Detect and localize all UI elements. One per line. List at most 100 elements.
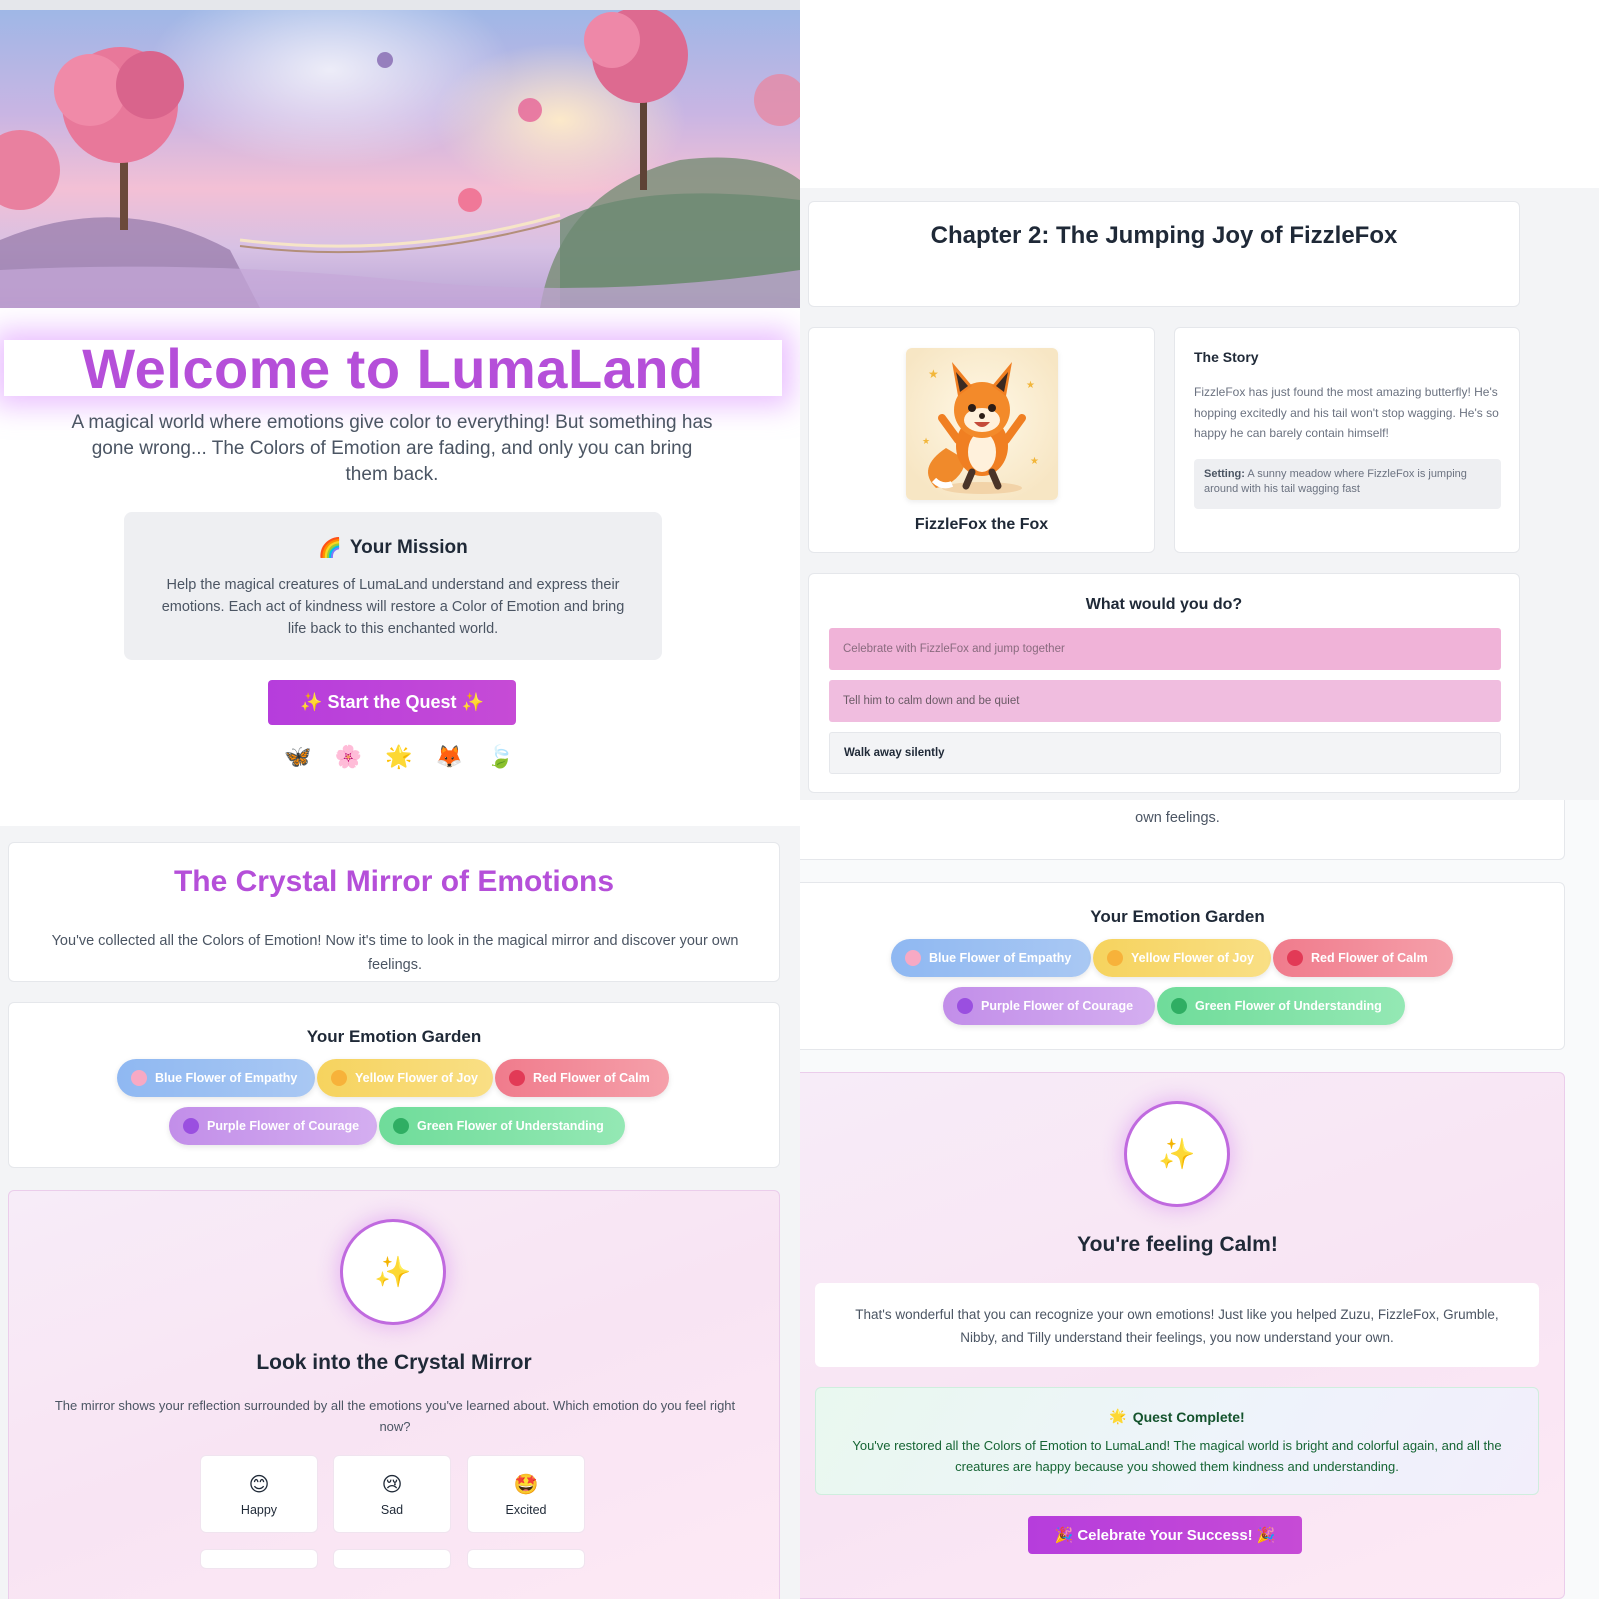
header-tail-text: own feelings.: [1135, 810, 1220, 826]
welcome-screen: Welcome to LumaLand A magical world wher…: [0, 0, 800, 826]
mission-heading: 🌈 Your Mission: [124, 536, 662, 560]
heart-icon: [183, 1118, 199, 1134]
calm-result-message: That's wonderful that you can recognize …: [815, 1283, 1539, 1367]
critter-icon-row: 🦋 🌸 🌟 🦊 🍃: [284, 744, 514, 774]
calm-result-title: You're feeling Calm!: [1077, 1233, 1278, 1256]
screenshot-collage: Welcome to LumaLand A magical world wher…: [0, 0, 1599, 1599]
crystal-mirror-orb[interactable]: ✨: [1124, 1101, 1230, 1207]
welcome-title: Welcome to LumaLand: [82, 336, 704, 400]
flower-icon: [131, 1070, 147, 1086]
mirror-header-card: The Crystal Mirror of Emotions You've co…: [8, 842, 780, 982]
sparkles-icon: ✨: [1158, 1137, 1196, 1171]
yellow-flower-label: Yellow Flower of Joy: [1131, 951, 1254, 965]
heart-icon: [957, 998, 973, 1014]
sun-icon: 🌟: [385, 744, 413, 769]
emotion-option-partial[interactable]: [333, 1549, 451, 1569]
mirror-title: The Crystal Mirror of Emotions: [173, 865, 615, 898]
crystal-mirror-orb[interactable]: ✨: [340, 1219, 446, 1325]
story-title: The Story: [1194, 349, 1259, 365]
green-flower-badge: Green Flower of Understanding: [1157, 987, 1405, 1025]
chapter-title: Chapter 2: The Jumping Joy of FizzleFox: [930, 222, 1398, 249]
result-screen: own feelings. Your Emotion Garden Blue F…: [800, 800, 1599, 1599]
svg-text:★: ★: [1026, 380, 1035, 391]
red-flower-badge: Red Flower of Calm: [1273, 939, 1453, 977]
calm-result-text: That's wonderful that you can recognize …: [855, 1307, 1499, 1345]
crystal-mirror-panel: ✨ Look into the Crystal Mirror The mirro…: [8, 1190, 780, 1599]
rainbow-icon: 🌈: [318, 538, 342, 559]
heart-icon: [509, 1070, 525, 1086]
emotion-option-partial[interactable]: [467, 1549, 585, 1569]
green-flower-label: Green Flower of Understanding: [1195, 999, 1382, 1013]
quest-complete-box: 🌟 Quest Complete! You've restored all th…: [815, 1387, 1539, 1495]
purple-flower-label: Purple Flower of Courage: [207, 1119, 360, 1133]
purple-flower-badge: Purple Flower of Courage: [169, 1107, 377, 1145]
emotion-label: Excited: [505, 1503, 547, 1517]
blue-flower-badge: Blue Flower of Empathy: [891, 939, 1091, 977]
fox-icon: 🦊: [435, 744, 464, 769]
choice-celebrate[interactable]: Celebrate with FizzleFox and jump togeth…: [829, 628, 1501, 670]
choice-calm-down[interactable]: Tell him to calm down and be quiet: [829, 680, 1501, 722]
star-eyes-face-icon: 🤩: [513, 1474, 539, 1496]
celebrate-success-button[interactable]: 🎉 Celebrate Your Success! 🎉: [1028, 1516, 1302, 1554]
emotion-garden-title: Your Emotion Garden: [306, 1027, 482, 1046]
blue-flower-label: Blue Flower of Empathy: [155, 1071, 298, 1085]
svg-text:★: ★: [928, 367, 939, 381]
circle-icon: [393, 1118, 409, 1134]
start-quest-button[interactable]: ✨ Start the Quest ✨: [268, 680, 516, 725]
emotion-label: Happy: [240, 1503, 278, 1517]
choice-walk-away[interactable]: Walk away silently: [829, 732, 1501, 774]
choice-question: What would you do?: [1085, 596, 1243, 613]
yellow-flower-badge: Yellow Flower of Joy: [317, 1059, 493, 1097]
character-card: ★ ★ ★ ★ FizzleFox the Fox: [808, 327, 1155, 553]
blue-flower-label: Blue Flower of Empathy: [929, 951, 1072, 965]
quest-complete-heading: 🌟 Quest Complete!: [816, 1408, 1538, 1425]
quest-complete-title: Quest Complete!: [1132, 1408, 1245, 1425]
mirror-subtitle: You've collected all the Colors of Emoti…: [51, 933, 739, 973]
green-flower-badge: Green Flower of Understanding: [379, 1107, 625, 1145]
look-title: Look into the Crystal Mirror: [256, 1351, 532, 1374]
heart-icon: [331, 1070, 347, 1086]
emotion-garden-title: Your Emotion Garden: [1090, 907, 1265, 926]
mission-title: Your Mission: [349, 537, 468, 558]
leaf-icon: 🍃: [486, 744, 514, 769]
svg-text:★: ★: [1030, 456, 1039, 467]
crystal-mirror-screen: The Crystal Mirror of Emotions You've co…: [0, 826, 800, 1599]
happy-face-icon: 😊: [248, 1474, 270, 1496]
hero-landscape-image: [0, 10, 800, 308]
emotion-garden-card: Your Emotion Garden Blue Flower of Empat…: [800, 882, 1565, 1050]
fox-character-image: ★ ★ ★ ★: [906, 348, 1058, 500]
character-name: FizzleFox the Fox: [914, 516, 1049, 533]
circle-icon: [1171, 998, 1187, 1014]
red-flower-label: Red Flower of Calm: [533, 1071, 650, 1085]
heart-icon: [1107, 950, 1123, 966]
quest-complete-text: You've restored all the Colors of Emotio…: [852, 1438, 1502, 1474]
story-text: FizzleFox has just found the most amazin…: [1194, 385, 1499, 440]
emotion-option-sad[interactable]: 😢 Sad: [333, 1455, 451, 1533]
calm-result-panel: ✨ You're feeling Calm! That's wonderful …: [800, 1072, 1565, 1599]
svg-text:★: ★: [922, 436, 930, 446]
mission-text: Help the magical creatures of LumaLand u…: [161, 577, 625, 637]
choice-card: What would you do? Celebrate with Fizzle…: [808, 573, 1520, 793]
emotion-option-partial[interactable]: [200, 1549, 318, 1569]
yellow-flower-badge: Yellow Flower of Joy: [1093, 939, 1271, 977]
purple-flower-label: Purple Flower of Courage: [981, 999, 1134, 1013]
fox-illustration: ★ ★ ★ ★: [922, 362, 1039, 494]
look-text: The mirror shows your reflection surroun…: [54, 1398, 736, 1434]
red-flower-badge: Red Flower of Calm: [495, 1059, 669, 1097]
blue-flower-badge: Blue Flower of Empathy: [117, 1059, 315, 1097]
sad-face-icon: 😢: [381, 1474, 403, 1496]
emotion-option-excited[interactable]: 🤩 Excited: [467, 1455, 585, 1533]
chapter-screen: Chapter 2: The Jumping Joy of FizzleFox: [800, 0, 1599, 800]
purple-flower-badge: Purple Flower of Courage: [943, 987, 1155, 1025]
emotion-label: Sad: [380, 1503, 404, 1517]
welcome-intro-text: A magical world where emotions give colo…: [71, 412, 713, 485]
red-flower-label: Red Flower of Calm: [1311, 951, 1428, 965]
browser-top-strip: [0, 0, 800, 10]
flower-icon: [905, 950, 921, 966]
star-icon: 🌟: [1109, 1408, 1127, 1424]
sparkles-icon: ✨: [374, 1255, 412, 1289]
green-flower-label: Green Flower of Understanding: [417, 1119, 604, 1133]
flower-icon: 🌸: [334, 744, 363, 769]
emotion-option-happy[interactable]: 😊 Happy: [200, 1455, 318, 1533]
mission-card: 🌈 Your Mission Help the magical creature…: [124, 512, 662, 660]
